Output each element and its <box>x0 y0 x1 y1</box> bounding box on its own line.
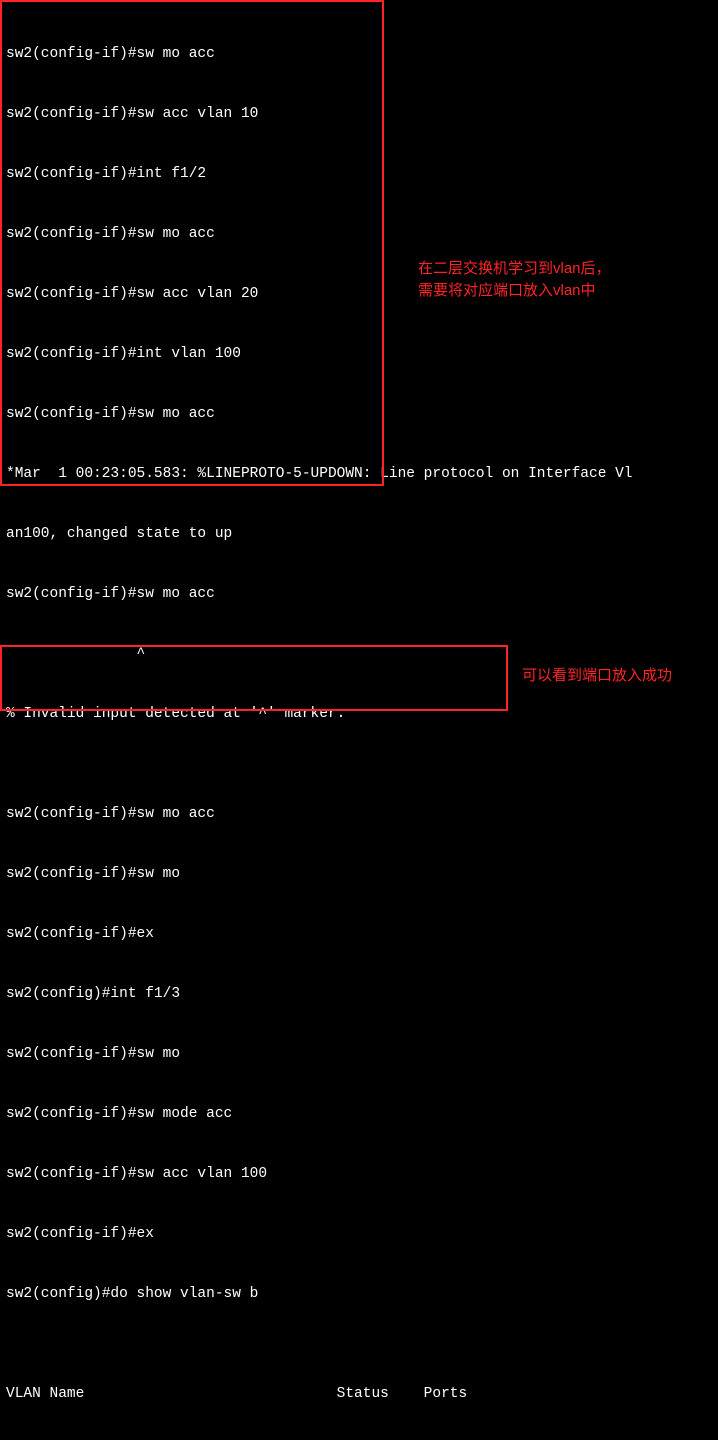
vlan-table-header: VLAN Name Status Ports <box>6 1384 712 1404</box>
cli-line: sw2(config-if)#sw mode acc <box>6 1104 712 1124</box>
cli-line: *Mar 1 00:23:05.583: %LINEPROTO-5-UPDOWN… <box>6 464 712 484</box>
cli-line: % Invalid input detected at '^' marker. <box>6 704 712 724</box>
cli-line: sw2(config-if)#sw mo <box>6 1044 712 1064</box>
cli-line: sw2(config-if)#ex <box>6 924 712 944</box>
cli-line: sw2(config-if)#sw mo acc <box>6 224 712 244</box>
cli-line: sw2(config)#int f1/3 <box>6 984 712 1004</box>
cli-line: sw2(config-if)#sw mo acc <box>6 584 712 604</box>
cli-line: sw2(config-if)#sw mo acc <box>6 804 712 824</box>
cli-line: sw2(config-if)#int vlan 100 <box>6 344 712 364</box>
cli-line: sw2(config-if)#ex <box>6 1224 712 1244</box>
cli-line: sw2(config)#do show vlan-sw b <box>6 1284 712 1304</box>
cli-line: sw2(config-if)#int f1/2 <box>6 164 712 184</box>
cli-line: ^ <box>6 644 712 664</box>
cli-line: sw2(config-if)#sw mo acc <box>6 404 712 424</box>
terminal-output[interactable]: sw2(config-if)#sw mo acc sw2(config-if)#… <box>0 0 718 720</box>
annotation-port-success: 可以看到端口放入成功 <box>522 665 672 687</box>
cli-line: sw2(config-if)#sw mo acc <box>6 44 712 64</box>
cli-line: an100, changed state to up <box>6 524 712 544</box>
annotation-learn-vlan: 在二层交换机学习到vlan后， 需要将对应端口放入vlan中 <box>418 258 611 302</box>
cli-line: sw2(config-if)#sw acc vlan 100 <box>6 1164 712 1184</box>
cli-line: sw2(config-if)#sw acc vlan 10 <box>6 104 712 124</box>
cli-line: sw2(config-if)#sw mo <box>6 864 712 884</box>
